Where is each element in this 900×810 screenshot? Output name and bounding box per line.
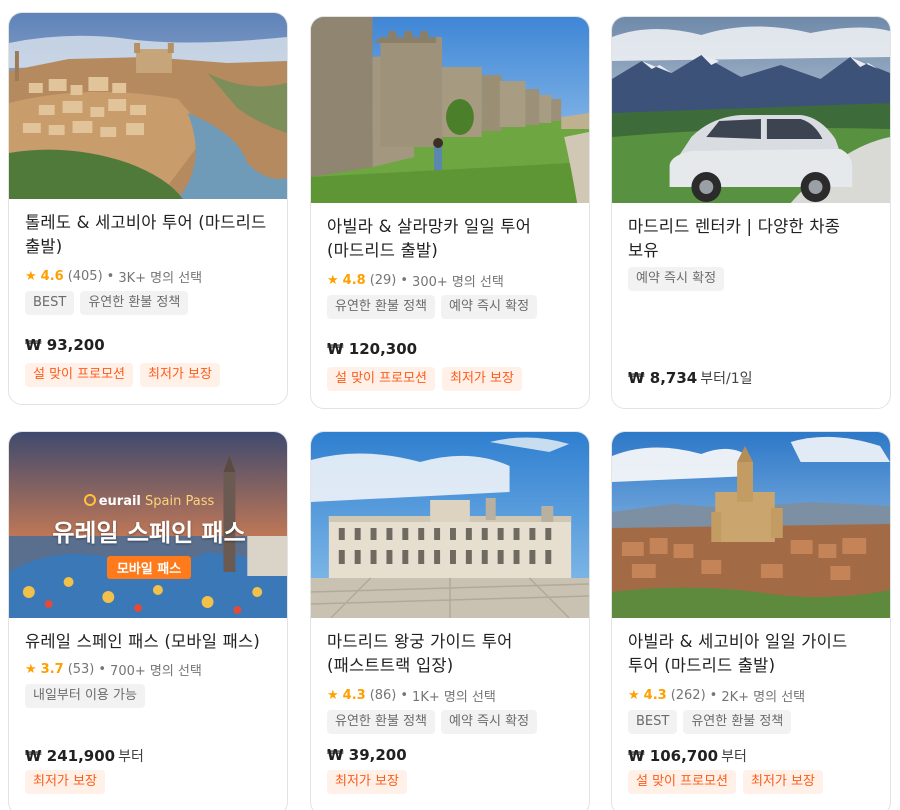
product-card-royal-palace[interactable]: 마드리드 왕궁 가이드 투어 (패스트트랙 입장) ★ 4.3 (86) • 1… xyxy=(310,431,590,810)
chosen-count: 1K+ 명의 선택 xyxy=(412,689,496,705)
rating-score: 3.7 xyxy=(40,661,64,677)
star-icon: ★ xyxy=(327,272,339,288)
card-title[interactable]: 아빌라 & 세고비아 일일 가이드 투어 (마드리드 출발) xyxy=(628,630,874,678)
eurail-logo: eurail Spain Pass xyxy=(9,494,287,509)
separator-dot: • xyxy=(98,661,107,677)
review-count: (405) xyxy=(67,268,103,284)
rating-row: ★ 4.3 (262) • 2K+ 명의 선택 xyxy=(628,686,874,705)
promo-badge-lowest-price: 최저가 보장 xyxy=(743,770,823,794)
star-icon: ★ xyxy=(327,687,339,703)
price: ₩ 93,200 xyxy=(25,336,105,354)
price-suffix: 부터 xyxy=(721,749,747,765)
tag-list: 유연한 환불 정책 예약 즉시 확정 xyxy=(327,710,573,736)
eurail-banner: eurail Spain Pass 유레일 스페인 패스 모바일 패스 xyxy=(9,494,287,579)
rating-score: 4.3 xyxy=(342,687,366,703)
banner-mobile-pass-badge: 모바일 패스 xyxy=(106,556,192,579)
promo-list: 설 맞이 프로모션 최저가 보장 xyxy=(25,363,220,387)
review-count: (29) xyxy=(369,272,397,288)
separator-dot: • xyxy=(400,272,409,288)
price-value: ₩ 93,200 xyxy=(25,336,105,354)
tag-available-from-tomorrow: 내일부터 이용 가능 xyxy=(25,684,145,708)
review-count: (262) xyxy=(670,687,706,703)
toledo-photo xyxy=(9,13,287,199)
royal-palace-photo xyxy=(311,432,589,618)
tag-list: BEST 유연한 환불 정책 xyxy=(628,710,874,736)
price: ₩ 8,734 부터/1일 xyxy=(628,368,752,388)
promo-badge-new-year: 설 맞이 프로모션 xyxy=(25,363,133,387)
price: ₩ 106,700 부터 xyxy=(628,746,747,766)
tag-list: 내일부터 이용 가능 xyxy=(25,684,271,710)
segovia-photo xyxy=(612,432,890,618)
price-suffix: 부터 xyxy=(118,749,144,765)
promo-badge-lowest-price: 최저가 보장 xyxy=(327,770,407,794)
rental-car-photo xyxy=(612,17,890,203)
star-icon: ★ xyxy=(628,687,640,703)
chosen-count: 300+ 명의 선택 xyxy=(412,274,504,290)
rating-row: ★ 4.3 (86) • 1K+ 명의 선택 xyxy=(327,686,573,705)
tag-list: 유연한 환불 정책 예약 즉시 확정 xyxy=(327,295,573,321)
card-title[interactable]: 톨레도 & 세고비아 투어 (마드리드 출발) xyxy=(25,211,271,259)
promo-list: 설 맞이 프로모션 최저가 보장 xyxy=(628,770,823,794)
product-card-madrid-rental-car[interactable]: 마드리드 렌터카 | 다양한 차종 보유 예약 즉시 확정 ₩ 8,734 부터/… xyxy=(611,16,891,409)
price-value: ₩ 241,900 xyxy=(25,747,116,765)
eurail-brand: eurail xyxy=(98,494,141,509)
tag-best: BEST xyxy=(628,710,678,734)
price-value: ₩ 106,700 xyxy=(628,747,719,765)
price: ₩ 120,300 xyxy=(327,340,417,358)
price: ₩ 241,900 부터 xyxy=(25,746,144,766)
price: ₩ 39,200 xyxy=(327,746,407,764)
promo-badge-lowest-price: 최저가 보장 xyxy=(442,367,522,391)
separator-dot: • xyxy=(709,687,718,703)
rating-row: ★ 4.8 (29) • 300+ 명의 선택 xyxy=(327,271,573,290)
avila-walls-photo xyxy=(311,17,589,203)
rating-score: 4.8 xyxy=(342,272,366,288)
chosen-count: 3K+ 명의 선택 xyxy=(118,270,203,286)
promo-badge-lowest-price: 최저가 보장 xyxy=(140,363,220,387)
promo-badge-lowest-price: 최저가 보장 xyxy=(25,770,105,794)
rating-score: 4.6 xyxy=(40,268,64,284)
tag-flexible-refund: 유연한 환불 정책 xyxy=(683,710,792,734)
product-card-toledo-segovia[interactable]: 톨레도 & 세고비아 투어 (마드리드 출발) ★ 4.6 (405) • 3K… xyxy=(8,12,288,405)
tag-instant-confirm: 예약 즉시 확정 xyxy=(441,295,538,319)
chosen-count: 700+ 명의 선택 xyxy=(110,663,202,679)
tag-list: BEST 유연한 환불 정책 xyxy=(25,291,271,317)
price-suffix: 부터/1일 xyxy=(700,371,753,387)
promo-list: 최저가 보장 xyxy=(25,770,105,794)
review-count: (53) xyxy=(67,661,95,677)
separator-dot: • xyxy=(106,268,115,284)
promo-badge-new-year: 설 맞이 프로모션 xyxy=(628,770,736,794)
price-value: ₩ 120,300 xyxy=(327,340,418,358)
rating-score: 4.3 xyxy=(643,687,667,703)
promo-list: 최저가 보장 xyxy=(327,770,407,794)
promo-badge-new-year: 설 맞이 프로모션 xyxy=(327,367,435,391)
tag-best: BEST xyxy=(25,291,75,315)
tag-flexible-refund: 유연한 환불 정책 xyxy=(327,295,435,319)
rating-row: ★ 4.6 (405) • 3K+ 명의 선택 xyxy=(25,267,271,286)
chosen-count: 2K+ 명의 선택 xyxy=(721,689,806,705)
eurail-banner-image: eurail Spain Pass 유레일 스페인 패스 모바일 패스 xyxy=(9,432,287,618)
product-card-avila-salamanca[interactable]: 아빌라 & 살라망카 일일 투어 (마드리드 출발) ★ 4.8 (29) • … xyxy=(310,16,590,409)
card-title[interactable]: 마드리드 왕궁 가이드 투어 (패스트트랙 입장) xyxy=(327,630,573,678)
price-value: ₩ 39,200 xyxy=(327,746,407,764)
card-title[interactable]: 아빌라 & 살라망카 일일 투어 (마드리드 출발) xyxy=(327,215,573,263)
banner-headline: 유레일 스페인 패스 xyxy=(52,519,246,547)
tag-instant-confirm: 예약 즉시 확정 xyxy=(441,710,538,734)
tag-list: 예약 즉시 확정 xyxy=(628,267,874,293)
tag-flexible-refund: 유연한 환불 정책 xyxy=(327,710,435,734)
star-icon: ★ xyxy=(25,661,37,677)
tag-instant-confirm: 예약 즉시 확정 xyxy=(628,267,725,291)
review-count: (86) xyxy=(369,687,397,703)
separator-dot: • xyxy=(400,687,409,703)
product-card-avila-segovia[interactable]: 아빌라 & 세고비아 일일 가이드 투어 (마드리드 출발) ★ 4.3 (26… xyxy=(611,431,891,810)
product-card-eurail-spain-pass[interactable]: eurail Spain Pass 유레일 스페인 패스 모바일 패스 유레일 … xyxy=(8,431,288,810)
price-value: ₩ 8,734 xyxy=(628,369,698,387)
tag-flexible-refund: 유연한 환불 정책 xyxy=(80,291,189,315)
rating-row: ★ 3.7 (53) • 700+ 명의 선택 xyxy=(25,660,271,679)
eurail-brand-sub: Spain Pass xyxy=(145,494,215,509)
eurail-logo-icon xyxy=(83,494,96,506)
star-icon: ★ xyxy=(25,268,37,284)
card-title[interactable]: 마드리드 렌터카 | 다양한 차종 보유 xyxy=(628,215,874,263)
promo-list: 설 맞이 프로모션 최저가 보장 xyxy=(327,367,522,391)
